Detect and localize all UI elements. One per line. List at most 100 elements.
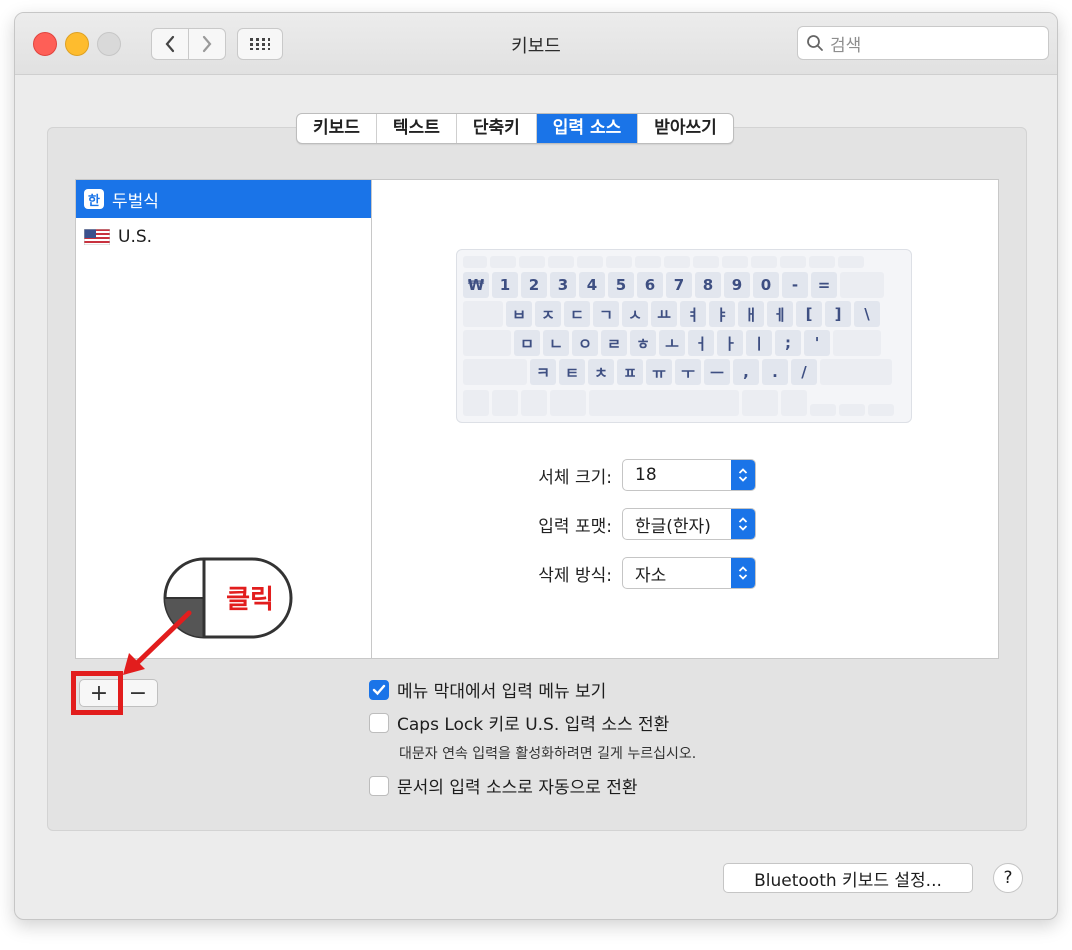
search-placeholder: 검색 xyxy=(830,35,862,56)
font-size-value: 18 xyxy=(635,465,657,485)
key: ㅑ xyxy=(709,301,735,327)
input-format-value: 한글(한자) xyxy=(635,516,711,537)
key: ㅁ xyxy=(514,330,540,356)
tab-bar: 키보드 텍스트 단축키 입력 소스 받아쓰기 xyxy=(296,113,734,144)
key: ㄴ xyxy=(543,330,569,356)
title-bar: 키보드 검색 xyxy=(15,13,1057,75)
key: 0 xyxy=(753,272,779,298)
key: = xyxy=(811,272,837,298)
delete-mode-row: 삭제 방식: 자소 xyxy=(505,557,756,589)
key: 4 xyxy=(579,272,605,298)
caps-lock-option[interactable]: Caps Lock 키로 U.S. 입력 소스 전환 xyxy=(369,710,669,735)
key: [ xyxy=(796,301,822,327)
tab-text[interactable]: 텍스트 xyxy=(377,114,457,143)
key: 6 xyxy=(637,272,663,298)
number-row: ₩ 1 2 3 4 5 6 7 8 9 0 - = xyxy=(463,272,905,298)
auto-switch-label: 문서의 입력 소스로 자동으로 전환 xyxy=(397,778,638,798)
home-row: ㅁ ㄴ ㅇ ㄹ ㅎ ㅗ ㅓ ㅏ ㅣ ; ' xyxy=(463,330,905,356)
tab-input-sources[interactable]: 입력 소스 xyxy=(536,114,639,143)
list-item-label: U.S. xyxy=(118,227,153,247)
input-format-popup[interactable]: 한글(한자) xyxy=(622,508,756,540)
tab-keyboard[interactable]: 키보드 xyxy=(297,114,377,143)
key: ㅕ xyxy=(680,301,706,327)
key: ㅣ xyxy=(746,330,772,356)
updown-arrows-icon xyxy=(731,558,755,588)
key: ㅗ xyxy=(659,330,685,356)
delete-mode-value: 자소 xyxy=(635,565,667,586)
auto-switch-option[interactable]: 문서의 입력 소스로 자동으로 전환 xyxy=(369,773,638,798)
checkmark-icon xyxy=(372,684,386,695)
key: ㅎ xyxy=(630,330,656,356)
key: ㅋ xyxy=(530,359,556,385)
key: 2 xyxy=(521,272,547,298)
key: ㅐ xyxy=(738,301,764,327)
bluetooth-keyboard-setup-button[interactable]: Bluetooth 키보드 설정... xyxy=(723,863,973,893)
key: ㅍ xyxy=(617,359,643,385)
key: ㄱ xyxy=(593,301,619,327)
show-input-menu-label: 메뉴 막대에서 입력 메뉴 보기 xyxy=(397,682,607,702)
key: , xyxy=(733,359,759,385)
key: ㅡ xyxy=(704,359,730,385)
key: ₩ xyxy=(463,272,489,298)
key: ㅓ xyxy=(688,330,714,356)
search-icon xyxy=(807,35,823,51)
key: / xyxy=(791,359,817,385)
tab-shortcuts[interactable]: 단축키 xyxy=(457,114,537,143)
search-field[interactable]: 검색 xyxy=(797,26,1049,60)
updown-arrows-icon xyxy=(731,509,755,539)
key: ㅜ xyxy=(675,359,701,385)
font-size-label: 서체 크기: xyxy=(538,467,612,488)
list-item-us[interactable]: U.S. xyxy=(76,218,371,256)
key: ㅔ xyxy=(767,301,793,327)
key: ㅊ xyxy=(588,359,614,385)
help-button[interactable]: ? xyxy=(993,863,1023,893)
delete-mode-label: 삭제 방식: xyxy=(538,565,612,586)
list-item-dubeolsik[interactable]: 한 두벌식 xyxy=(76,180,371,218)
tab-dictation[interactable]: 받아쓰기 xyxy=(638,114,733,143)
font-size-popup[interactable]: 18 xyxy=(622,459,756,491)
remove-input-source-button[interactable]: − xyxy=(118,679,158,707)
key: 5 xyxy=(608,272,634,298)
han-icon: 한 xyxy=(84,189,104,209)
key: ㅈ xyxy=(535,301,561,327)
bottom-letter-row: ㅋ ㅌ ㅊ ㅍ ㅠ ㅜ ㅡ , . / xyxy=(463,359,905,385)
key: ㅇ xyxy=(572,330,598,356)
key: ' xyxy=(804,330,830,356)
key: ㅏ xyxy=(717,330,743,356)
key: ㄹ xyxy=(601,330,627,356)
key: ㅂ xyxy=(506,301,532,327)
keyboard-layout-preview: ₩ 1 2 3 4 5 6 7 8 9 0 - = ㅂ ㅈ ㄷ ㄱ ㅅ ㅛ ㅕ … xyxy=(456,249,912,423)
auto-switch-checkbox[interactable] xyxy=(369,775,389,796)
key: ] xyxy=(825,301,851,327)
input-format-row: 입력 포맷: 한글(한자) xyxy=(505,508,756,540)
key: ㅌ xyxy=(559,359,585,385)
key: ㅠ xyxy=(646,359,672,385)
key: ; xyxy=(775,330,801,356)
space-row xyxy=(463,390,905,416)
list-item-label: 두벌식 xyxy=(112,191,159,212)
key: . xyxy=(762,359,788,385)
click-annotation-label: 클릭 xyxy=(226,584,274,615)
key: 8 xyxy=(695,272,721,298)
caps-lock-note: 대문자 연속 입력을 활성화하려면 길게 누르십시오. xyxy=(399,746,697,762)
arrow-pointer-icon xyxy=(123,610,192,675)
key: 3 xyxy=(550,272,576,298)
caps-lock-label: Caps Lock 키로 U.S. 입력 소스 전환 xyxy=(397,715,670,735)
key: 9 xyxy=(724,272,750,298)
key: 1 xyxy=(492,272,518,298)
key: \ xyxy=(854,301,880,327)
system-preferences-window: 키보드 검색 키보드 텍스트 단축키 입력 소스 받아쓰기 한 두벌식 U.S. xyxy=(14,12,1058,920)
top-letter-row: ㅂ ㅈ ㄷ ㄱ ㅅ ㅛ ㅕ ㅑ ㅐ ㅔ [ ] \ xyxy=(463,301,905,327)
caps-lock-checkbox[interactable] xyxy=(369,712,389,733)
updown-arrows-icon xyxy=(731,460,755,490)
input-format-label: 입력 포맷: xyxy=(538,516,612,537)
key: ㅅ xyxy=(622,301,648,327)
show-input-menu-checkbox[interactable] xyxy=(369,679,389,700)
key: - xyxy=(782,272,808,298)
key: ㄷ xyxy=(564,301,590,327)
font-size-row: 서체 크기: 18 xyxy=(505,459,756,491)
us-flag-icon xyxy=(84,229,110,245)
key: ㅛ xyxy=(651,301,677,327)
show-input-menu-option[interactable]: 메뉴 막대에서 입력 메뉴 보기 xyxy=(369,677,606,702)
delete-mode-popup[interactable]: 자소 xyxy=(622,557,756,589)
